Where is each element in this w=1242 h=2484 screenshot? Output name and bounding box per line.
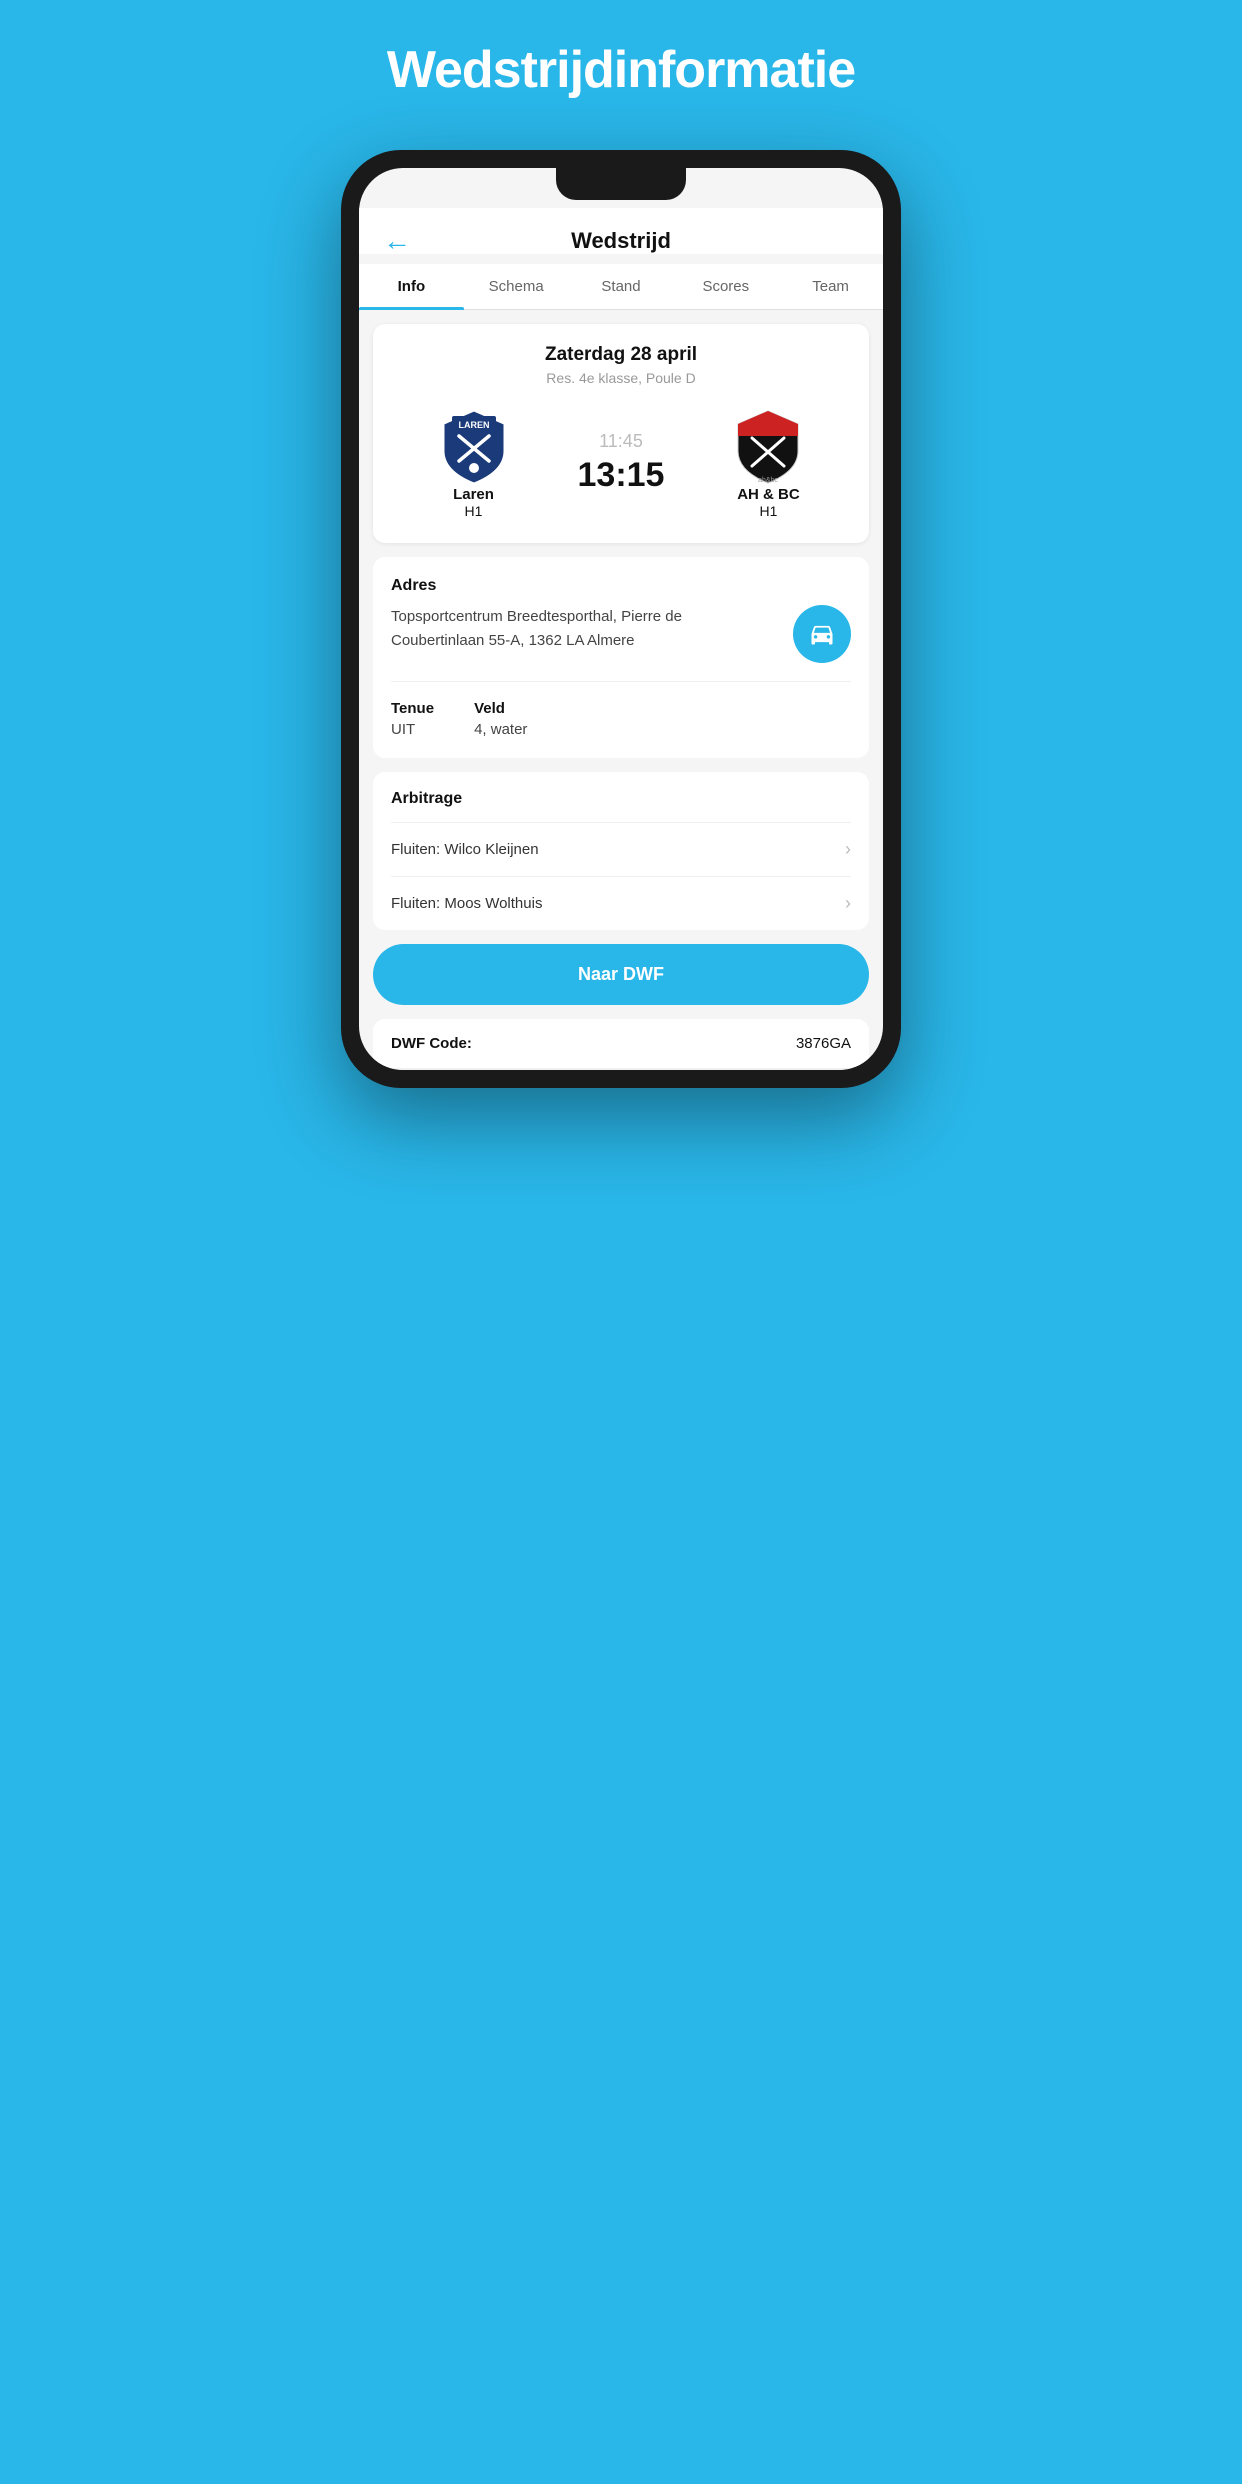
chevron-icon-1: › [845, 839, 851, 860]
back-button[interactable]: ← [383, 225, 411, 257]
tab-stand[interactable]: Stand [569, 264, 674, 309]
match-date: Zaterdag 28 april [389, 344, 853, 366]
address-label: Adres [391, 577, 851, 595]
address-row: Topsportcentrum Breedtesporthal, Pierre … [391, 605, 851, 663]
laren-logo: LAREN [434, 406, 514, 486]
svg-text:ah&bc: ah&bc [759, 477, 779, 484]
dwf-code-value: 3876GA [796, 1035, 851, 1052]
home-team-block: LAREN Laren H1 [409, 406, 539, 519]
dwf-button[interactable]: Naar DWF [373, 944, 869, 1005]
ahbc-logo: ah&bc [728, 406, 808, 486]
svg-text:LAREN: LAREN [458, 420, 489, 430]
veld-block: Veld 4, water [474, 700, 527, 738]
phone-frame: ← Wedstrijd Info Schema Stand Scores Te [341, 150, 901, 1088]
app-header: ← Wedstrijd [359, 208, 883, 254]
match-time: 11:45 [599, 431, 643, 452]
tab-info[interactable]: Info [359, 264, 464, 309]
chevron-icon-2: › [845, 893, 851, 914]
arbitrage-item-2[interactable]: Fluiten: Moos Wolthuis › [391, 876, 851, 930]
tab-scores[interactable]: Scores [673, 264, 778, 309]
tab-bar: Info Schema Stand Scores Team [359, 264, 883, 310]
tenue-veld-row: Tenue UIT Veld 4, water [391, 681, 851, 738]
match-score: 13:15 [578, 456, 665, 495]
home-team-name: Laren [453, 486, 494, 503]
tab-schema[interactable]: Schema [464, 264, 569, 309]
page-title: Wedstrijdinformatie [387, 40, 855, 100]
address-section: Adres Topsportcentrum Breedtesporthal, P… [373, 557, 869, 758]
home-team-sub: H1 [465, 503, 483, 519]
phone-screen: ← Wedstrijd Info Schema Stand Scores Te [359, 168, 883, 1070]
away-team-name: AH & BC [737, 486, 800, 503]
arbitrage-label: Arbitrage [391, 790, 851, 808]
score-block: 11:45 13:15 [578, 431, 665, 495]
arbitrage-section: Arbitrage Fluiten: Wilco Kleijnen › Flui… [373, 772, 869, 930]
veld-value: 4, water [474, 721, 527, 738]
arbitrage-item-2-text: Fluiten: Moos Wolthuis [391, 895, 542, 912]
match-league: Res. 4e klasse, Poule D [389, 370, 853, 386]
dwf-code-label: DWF Code: [391, 1035, 472, 1052]
phone-notch [556, 168, 686, 200]
match-card: Zaterdag 28 april Res. 4e klasse, Poule … [373, 324, 869, 543]
dwf-code-bar: DWF Code: 3876GA [373, 1019, 869, 1070]
tenue-block: Tenue UIT [391, 700, 434, 738]
match-teams: LAREN Laren H1 11:45 13:15 [389, 406, 853, 519]
tenue-label: Tenue [391, 700, 434, 717]
tab-team[interactable]: Team [778, 264, 883, 309]
screen-title: Wedstrijd [571, 228, 671, 254]
veld-label: Veld [474, 700, 527, 717]
car-icon [808, 620, 836, 648]
address-text: Topsportcentrum Breedtesporthal, Pierre … [391, 605, 777, 653]
away-team-sub: H1 [760, 503, 778, 519]
navigate-button[interactable] [793, 605, 851, 663]
dwf-section: Naar DWF [373, 944, 869, 1005]
arbitrage-item-1[interactable]: Fluiten: Wilco Kleijnen › [391, 822, 851, 876]
app-content: ← Wedstrijd Info Schema Stand Scores Te [359, 168, 883, 1070]
arbitrage-item-1-text: Fluiten: Wilco Kleijnen [391, 841, 539, 858]
tenue-value: UIT [391, 721, 434, 738]
away-team-block: ah&bc AH & BC H1 [703, 406, 833, 519]
